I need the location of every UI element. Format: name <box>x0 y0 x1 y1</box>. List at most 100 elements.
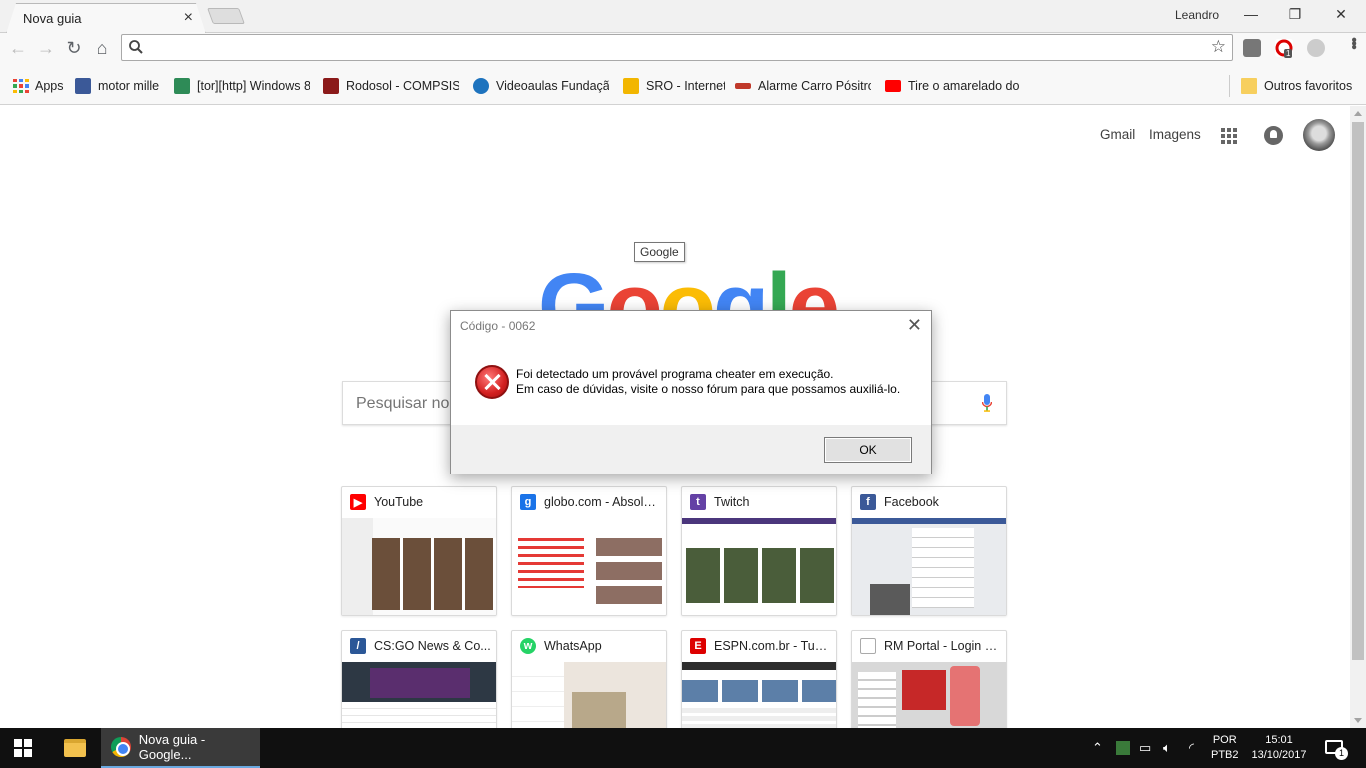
page-scrollbar[interactable] <box>1350 106 1366 728</box>
bookmark-favicon <box>735 83 751 89</box>
new-tab-button[interactable] <box>207 8 245 24</box>
chrome-icon <box>111 737 131 757</box>
bookmark-star-icon[interactable]: ☆ <box>1211 37 1226 57</box>
notifications-bell-icon[interactable] <box>1264 126 1283 145</box>
scroll-down-arrow-icon[interactable] <box>1354 718 1362 723</box>
youtube-icon <box>885 80 901 92</box>
facebook-icon: f <box>860 494 876 510</box>
tile-title: Twitch <box>714 495 750 509</box>
bookmark-rodosol[interactable]: Rodosol - COMPSIS - <box>323 77 459 95</box>
scroll-up-arrow-icon[interactable] <box>1354 111 1362 116</box>
clock[interactable]: 15:01 13/10/2017 <box>1248 733 1310 763</box>
tile-title: RM Portal - Login V... <box>884 639 1002 653</box>
windows-start-icon[interactable] <box>14 739 32 757</box>
google-extension-icon[interactable] <box>1307 39 1325 57</box>
dialog-message-line-1: Foi detectado um provável programa cheat… <box>516 367 834 381</box>
bookmark-tire-amarelado[interactable]: Tire o amarelado do f <box>885 77 1021 95</box>
dialog-message-line-2: Em caso de dúvidas, visite o nosso fórum… <box>516 382 901 396</box>
restore-button[interactable]: ❐ <box>1272 0 1318 28</box>
most-visited-tile-globo[interactable]: g globo.com - Absolut... <box>511 486 667 616</box>
reload-icon[interactable]: ↻ <box>63 37 85 59</box>
tab-close-icon[interactable]: × <box>184 9 193 27</box>
tile-title: globo.com - Absolut... <box>544 495 662 509</box>
file-explorer-icon[interactable] <box>64 739 86 757</box>
bookmark-alarme-carro[interactable]: Alarme Carro Pósitron <box>735 77 871 95</box>
tray-chevron-icon[interactable]: ⌃ <box>1092 740 1103 756</box>
tile-title: YouTube <box>374 495 424 509</box>
most-visited-tile-facebook[interactable]: f Facebook <box>851 486 1007 616</box>
google-apps-icon[interactable] <box>1221 128 1237 144</box>
battery-icon[interactable]: ▭ <box>1139 740 1151 756</box>
volume-icon[interactable]: 🔈︎ <box>1163 740 1171 756</box>
youtube-icon: ▶ <box>350 494 366 510</box>
tab-nova-guia[interactable]: Nova guia × <box>6 3 206 34</box>
avatar[interactable] <box>1303 119 1335 151</box>
scrollbar-thumb[interactable] <box>1352 122 1364 660</box>
hltv-icon: / <box>350 638 366 654</box>
most-visited-tile-whatsapp[interactable]: w WhatsApp <box>511 630 667 728</box>
tile-thumbnail <box>512 662 666 728</box>
images-link[interactable]: Imagens <box>1149 127 1201 142</box>
bookmark-motor-mille[interactable]: motor mille <box>75 77 165 95</box>
error-dialog: Código - 0062 ✕ Foi detectado um prováve… <box>450 310 932 474</box>
back-arrow-icon[interactable]: ← <box>7 37 29 59</box>
dialog-message: Foi detectado um provável programa cheat… <box>516 367 900 397</box>
most-visited-tile-csgo[interactable]: / CS:GO News & Co... <box>341 630 497 728</box>
bookmark-label: Videoaulas Fundação <box>496 79 609 93</box>
language-code: POR <box>1212 734 1237 746</box>
error-icon <box>475 365 509 399</box>
tab-strip: Nova guia × Leandro — ❐ ✕ <box>0 0 1366 34</box>
address-bar[interactable]: ☆ <box>121 34 1233 61</box>
bookmark-apps[interactable]: Apps <box>12 77 72 95</box>
bookmark-label: motor mille <box>98 79 160 93</box>
bookmark-videoaulas[interactable]: Videoaulas Fundação <box>473 77 609 95</box>
ok-button[interactable]: OK <box>824 437 912 463</box>
most-visited-tile-youtube[interactable]: ▶ YouTube <box>341 486 497 616</box>
most-visited-tile-twitch[interactable]: t Twitch <box>681 486 837 616</box>
minimize-button[interactable]: — <box>1228 0 1274 28</box>
extension-icon[interactable] <box>1243 39 1261 57</box>
bookmark-favicon <box>75 78 91 94</box>
taskbar: Nova guia - Google... ⌃ ▭ 🔈︎ ◜ POR PTB2 … <box>0 728 1366 768</box>
bookmark-label: Tire o amarelado do f <box>908 79 1021 93</box>
keyboard-layout: PTB2 <box>1211 749 1239 761</box>
tray-app-icon[interactable] <box>1116 741 1130 755</box>
home-icon[interactable]: ⌂ <box>91 37 113 59</box>
tile-thumbnail <box>342 518 496 615</box>
opera-extension-icon[interactable]: 1 <box>1275 39 1293 58</box>
page-icon <box>860 638 876 654</box>
taskbar-chrome-label: Nova guia - Google... <box>138 732 206 762</box>
most-visited-tile-espn[interactable]: E ESPN.com.br - Tud... <box>681 630 837 728</box>
bookmark-favicon <box>323 78 339 94</box>
tile-title: ESPN.com.br - Tud... <box>714 639 832 653</box>
menu-icon[interactable]: ••• <box>1344 37 1362 48</box>
tile-thumbnail <box>682 662 836 728</box>
bookmark-favicon <box>623 78 639 94</box>
forward-arrow-icon[interactable]: → <box>35 37 57 59</box>
close-window-button[interactable]: ✕ <box>1318 0 1364 28</box>
bookmark-label: SRO - Internet <box>646 79 725 93</box>
notification-count: 1 <box>1335 747 1348 760</box>
bookmark-favicon <box>174 78 190 94</box>
wifi-icon[interactable]: ◜ <box>1189 740 1194 756</box>
bookmark-outros-favoritos[interactable]: Outros favoritos <box>1241 77 1353 95</box>
dialog-close-icon[interactable]: ✕ <box>907 315 922 336</box>
bookmark-tor-windows[interactable]: [tor][http] Windows 8 <box>174 77 310 95</box>
bookmark-label: Alarme Carro Pósitron <box>758 79 871 93</box>
gmail-link[interactable]: Gmail <box>1100 127 1135 142</box>
bookmarks-bar: Apps motor mille [tor][http] Windows 8 R… <box>0 63 1366 105</box>
bookmark-label: Rodosol - COMPSIS - <box>346 79 459 93</box>
language-indicator[interactable]: POR PTB2 <box>1211 733 1239 763</box>
microphone-icon[interactable] <box>982 394 992 412</box>
twitch-icon: t <box>690 494 706 510</box>
toolbar: ← → ↻ ⌂ ☆ 1 ••• <box>0 33 1366 63</box>
bookmark-favicon <box>473 78 489 94</box>
tile-thumbnail <box>342 662 496 728</box>
apps-grid-icon <box>12 78 29 94</box>
bookmark-sro-internet[interactable]: SRO - Internet <box>623 77 725 95</box>
profile-name[interactable]: Leandro <box>1175 8 1219 22</box>
extension-badge: 1 <box>1284 49 1293 58</box>
most-visited-tile-rm-portal[interactable]: RM Portal - Login V... <box>851 630 1007 728</box>
bookmarks-separator <box>1229 75 1230 97</box>
taskbar-chrome-button[interactable]: Nova guia - Google... <box>101 728 260 768</box>
